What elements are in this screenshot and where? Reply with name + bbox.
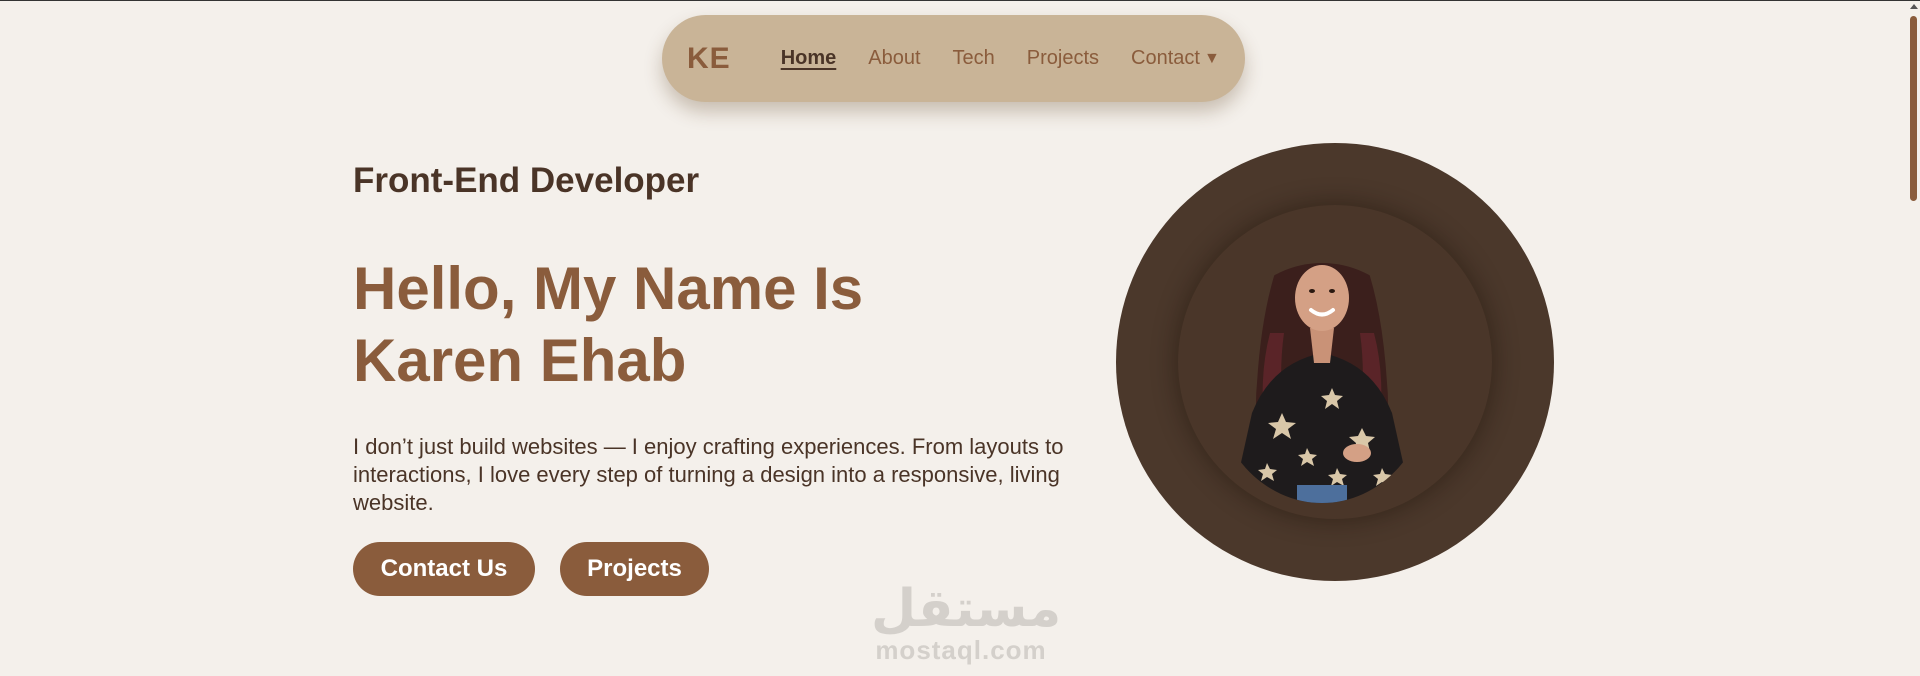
hero-headline-line-1: Hello, My Name Is [353,255,864,322]
nav-link-projects[interactable]: Projects [1027,47,1099,70]
brand-logo[interactable]: KE [687,42,731,76]
nav-link-tech[interactable]: Tech [953,47,995,70]
hero-headline-line-2: Karen Ehab [353,327,687,394]
scrollbar[interactable] [1908,1,1920,676]
caret-down-icon: ▼ [1203,50,1220,67]
nav-link-contact[interactable]: Contact ▼ [1131,47,1220,70]
nav-links: Home About Tech Projects Contact ▼ [781,47,1220,70]
hero-headline: Hello, My Name Is Karen Ehab [353,253,1053,397]
navbar: KE Home About Tech Projects Contact ▼ [662,15,1245,102]
watermark-arabic: مستقل [871,579,1062,639]
nav-link-home[interactable]: Home [781,47,837,70]
nav-link-contact-label: Contact [1131,47,1200,69]
contact-us-button[interactable]: Contact Us [353,542,535,596]
scrollbar-thumb[interactable] [1910,16,1917,201]
watermark-latin: mostaql.com [875,635,1047,665]
profile-circle [1116,143,1554,581]
watermark: مستقل mostaql.com [871,579,1062,665]
scroll-up-icon[interactable] [1910,4,1918,9]
projects-button[interactable]: Projects [560,542,709,596]
nav-link-about[interactable]: About [868,47,920,70]
hero-description: I don’t just build websites — I enjoy cr… [353,434,1064,515]
profile-photo [1232,263,1412,503]
hero-subtitle: Front-End Developer [353,161,700,200]
